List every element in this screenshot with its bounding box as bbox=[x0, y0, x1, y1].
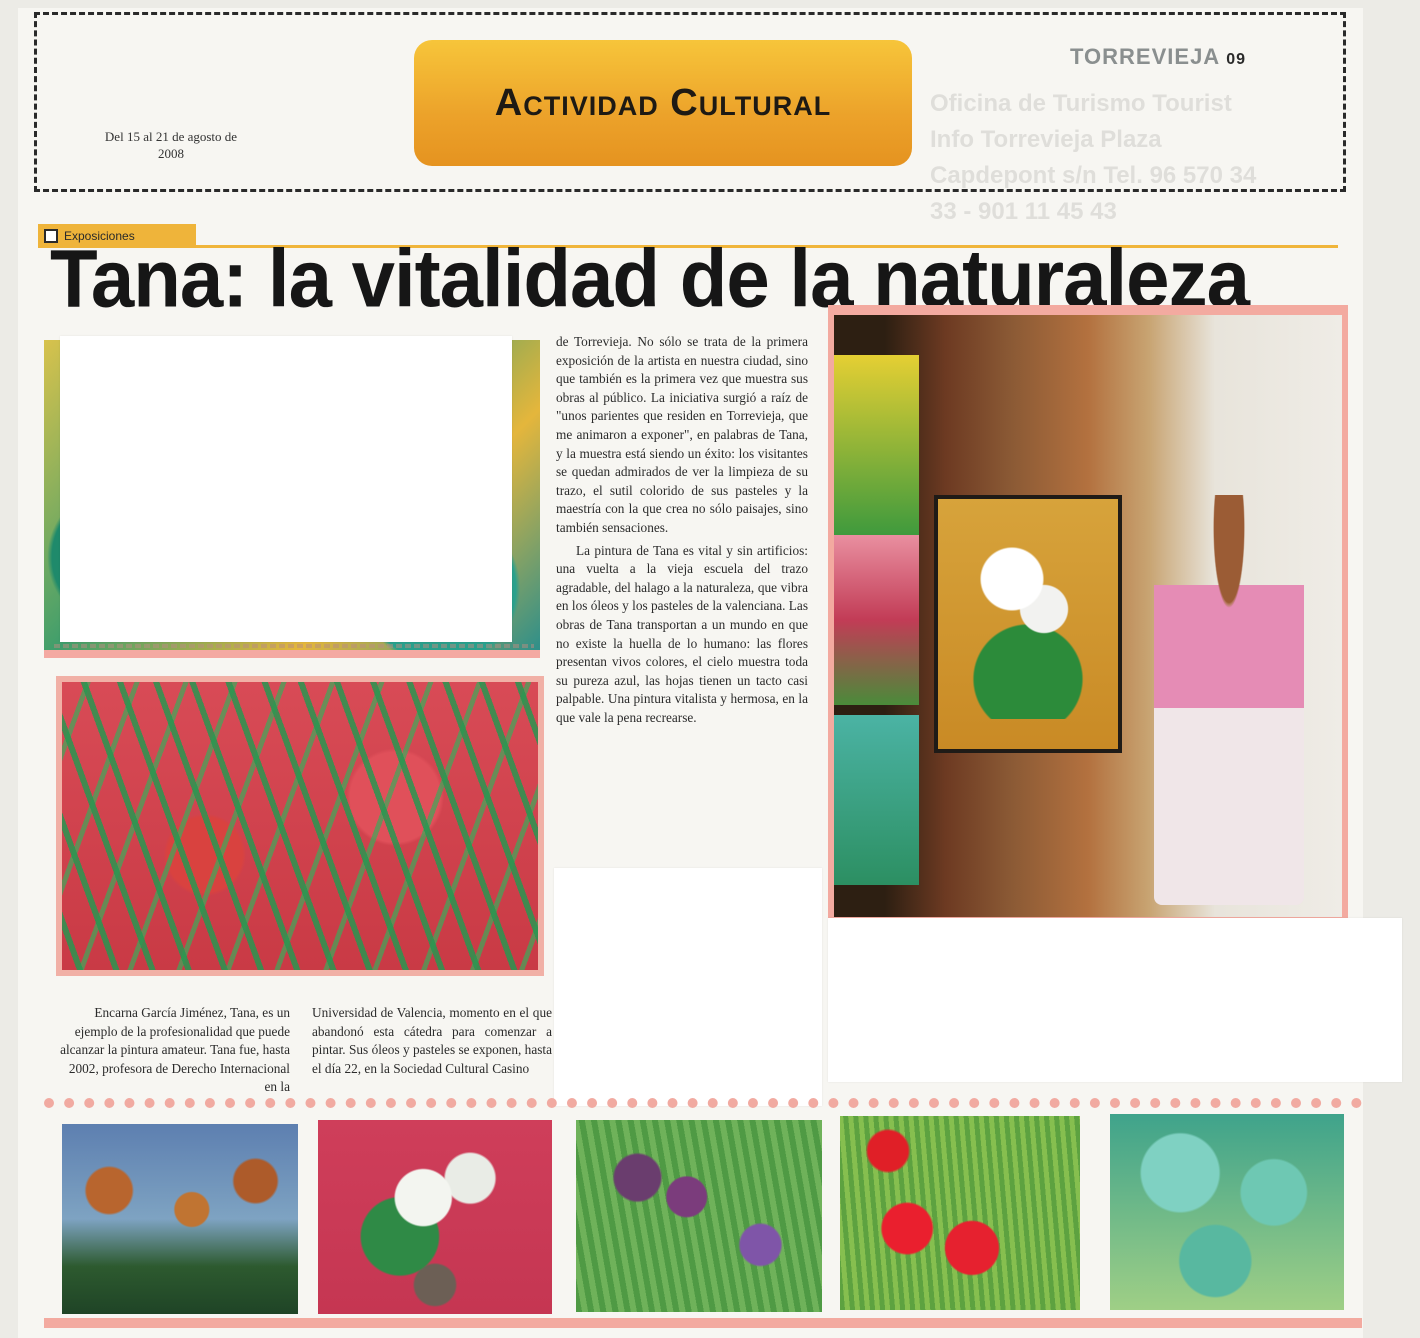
calla-lily-motif bbox=[948, 519, 1108, 719]
thumbnail-red-poppies bbox=[840, 1116, 1080, 1310]
artist-photo bbox=[828, 305, 1348, 931]
section-banner: Actividad Cultural bbox=[414, 40, 912, 166]
caption-strip bbox=[54, 644, 534, 648]
thumbnail-purple-irises bbox=[576, 1120, 822, 1312]
page-number: 09 bbox=[1226, 51, 1246, 68]
body-paragraph-1: de Torrevieja. No sólo se trata de la pr… bbox=[556, 334, 808, 535]
photo-scene bbox=[834, 315, 1342, 917]
section-banner-title: Actividad Cultural bbox=[494, 81, 832, 124]
article-body-bottom-middle: Universidad de Valencia, momento en el q… bbox=[312, 1005, 552, 1076]
paper-patch-middle bbox=[554, 868, 822, 1106]
photo-canvas-teal bbox=[834, 715, 919, 885]
photo-artist-figure bbox=[1154, 495, 1304, 905]
publication-name: TORREVIEJA 09 bbox=[1070, 44, 1246, 70]
bleed-through-text: Oficina de Turismo Tourist Info Torrevie… bbox=[930, 90, 1257, 225]
thumbnail-turquoise-leaves bbox=[1110, 1114, 1344, 1310]
article-body-middle: de Torrevieja. No sólo se trata de la pr… bbox=[556, 333, 808, 727]
article-body-bottom-left: Encarna García Jiménez, Tana, es un ejem… bbox=[60, 1005, 290, 1095]
photo-canvas-pink bbox=[834, 535, 919, 705]
painting-red-flowers bbox=[56, 676, 544, 976]
body-paragraph-2: La pintura de Tana es vital y sin artifi… bbox=[556, 542, 808, 725]
paper-patch-right bbox=[828, 918, 1402, 1082]
photo-canvas-yellow bbox=[834, 355, 919, 535]
thumbnail-calla-lilies bbox=[318, 1120, 552, 1314]
publication-title: TORREVIEJA bbox=[1070, 44, 1221, 69]
paper-patch-top-left bbox=[60, 336, 512, 642]
thumbnail-sunflowers bbox=[62, 1124, 298, 1314]
photo-easel-painting bbox=[934, 495, 1122, 753]
issue-date: Del 15 al 21 de agosto de 2008 bbox=[104, 129, 238, 161]
